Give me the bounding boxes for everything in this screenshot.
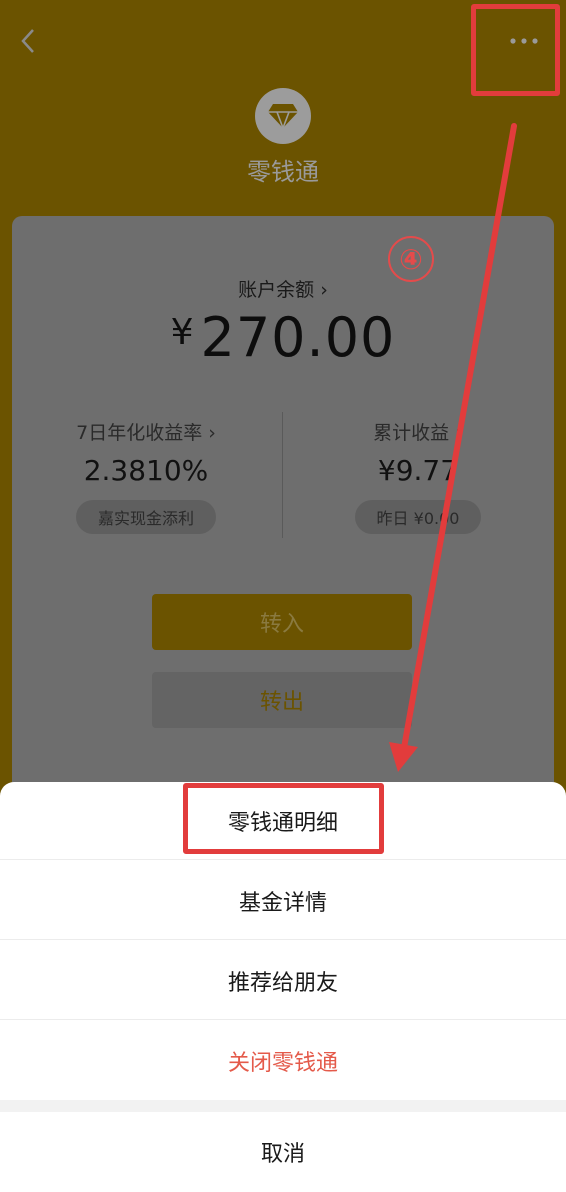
annotation-highlight-more-button <box>471 4 560 96</box>
transfer-out-button[interactable]: 转出 <box>152 672 412 728</box>
transfer-in-button[interactable]: 转入 <box>152 594 412 650</box>
currency-symbol: ¥ <box>170 312 195 353</box>
diamond-icon <box>268 104 298 130</box>
balance-amount: ¥270.00 <box>0 306 566 369</box>
cumulative-earnings-label: 累计收益 › <box>373 422 463 444</box>
cancel-button[interactable]: 取消 <box>0 1112 566 1192</box>
cumulative-earnings-value: ¥9.77 <box>377 454 459 487</box>
step-number-annotation: ④ <box>388 236 434 282</box>
app-logo <box>255 88 311 144</box>
app-title: 零钱通 <box>247 158 319 186</box>
sheet-item-close-service[interactable]: 关闭零钱通 <box>0 1022 566 1100</box>
yesterday-earnings-pill: 昨日 ¥0.00 <box>354 500 482 534</box>
back-button[interactable] <box>14 26 42 56</box>
sheet-item-recommend[interactable]: 推荐给朋友 <box>0 942 566 1020</box>
cumulative-earnings-stat[interactable]: 累计收益 › ¥9.77 昨日 ¥0.00 <box>298 418 538 534</box>
yield-rate-value: 2.3810% <box>83 454 209 487</box>
stats-divider <box>282 412 283 538</box>
fund-name-pill: 嘉实现金添利 <box>75 500 216 534</box>
balance-label[interactable]: 账户余额 › <box>0 275 566 302</box>
yield-rate-label: 7日年化收益率 › <box>76 422 216 444</box>
yield-rate-stat[interactable]: 7日年化收益率 › 2.3810% 嘉实现金添利 <box>26 418 266 534</box>
sheet-separator <box>0 1100 566 1112</box>
balance-number: 270.00 <box>200 306 396 369</box>
sheet-item-fund-info[interactable]: 基金详情 <box>0 862 566 940</box>
annotation-highlight-details-item <box>183 783 384 854</box>
chevron-left-icon <box>21 29 34 53</box>
